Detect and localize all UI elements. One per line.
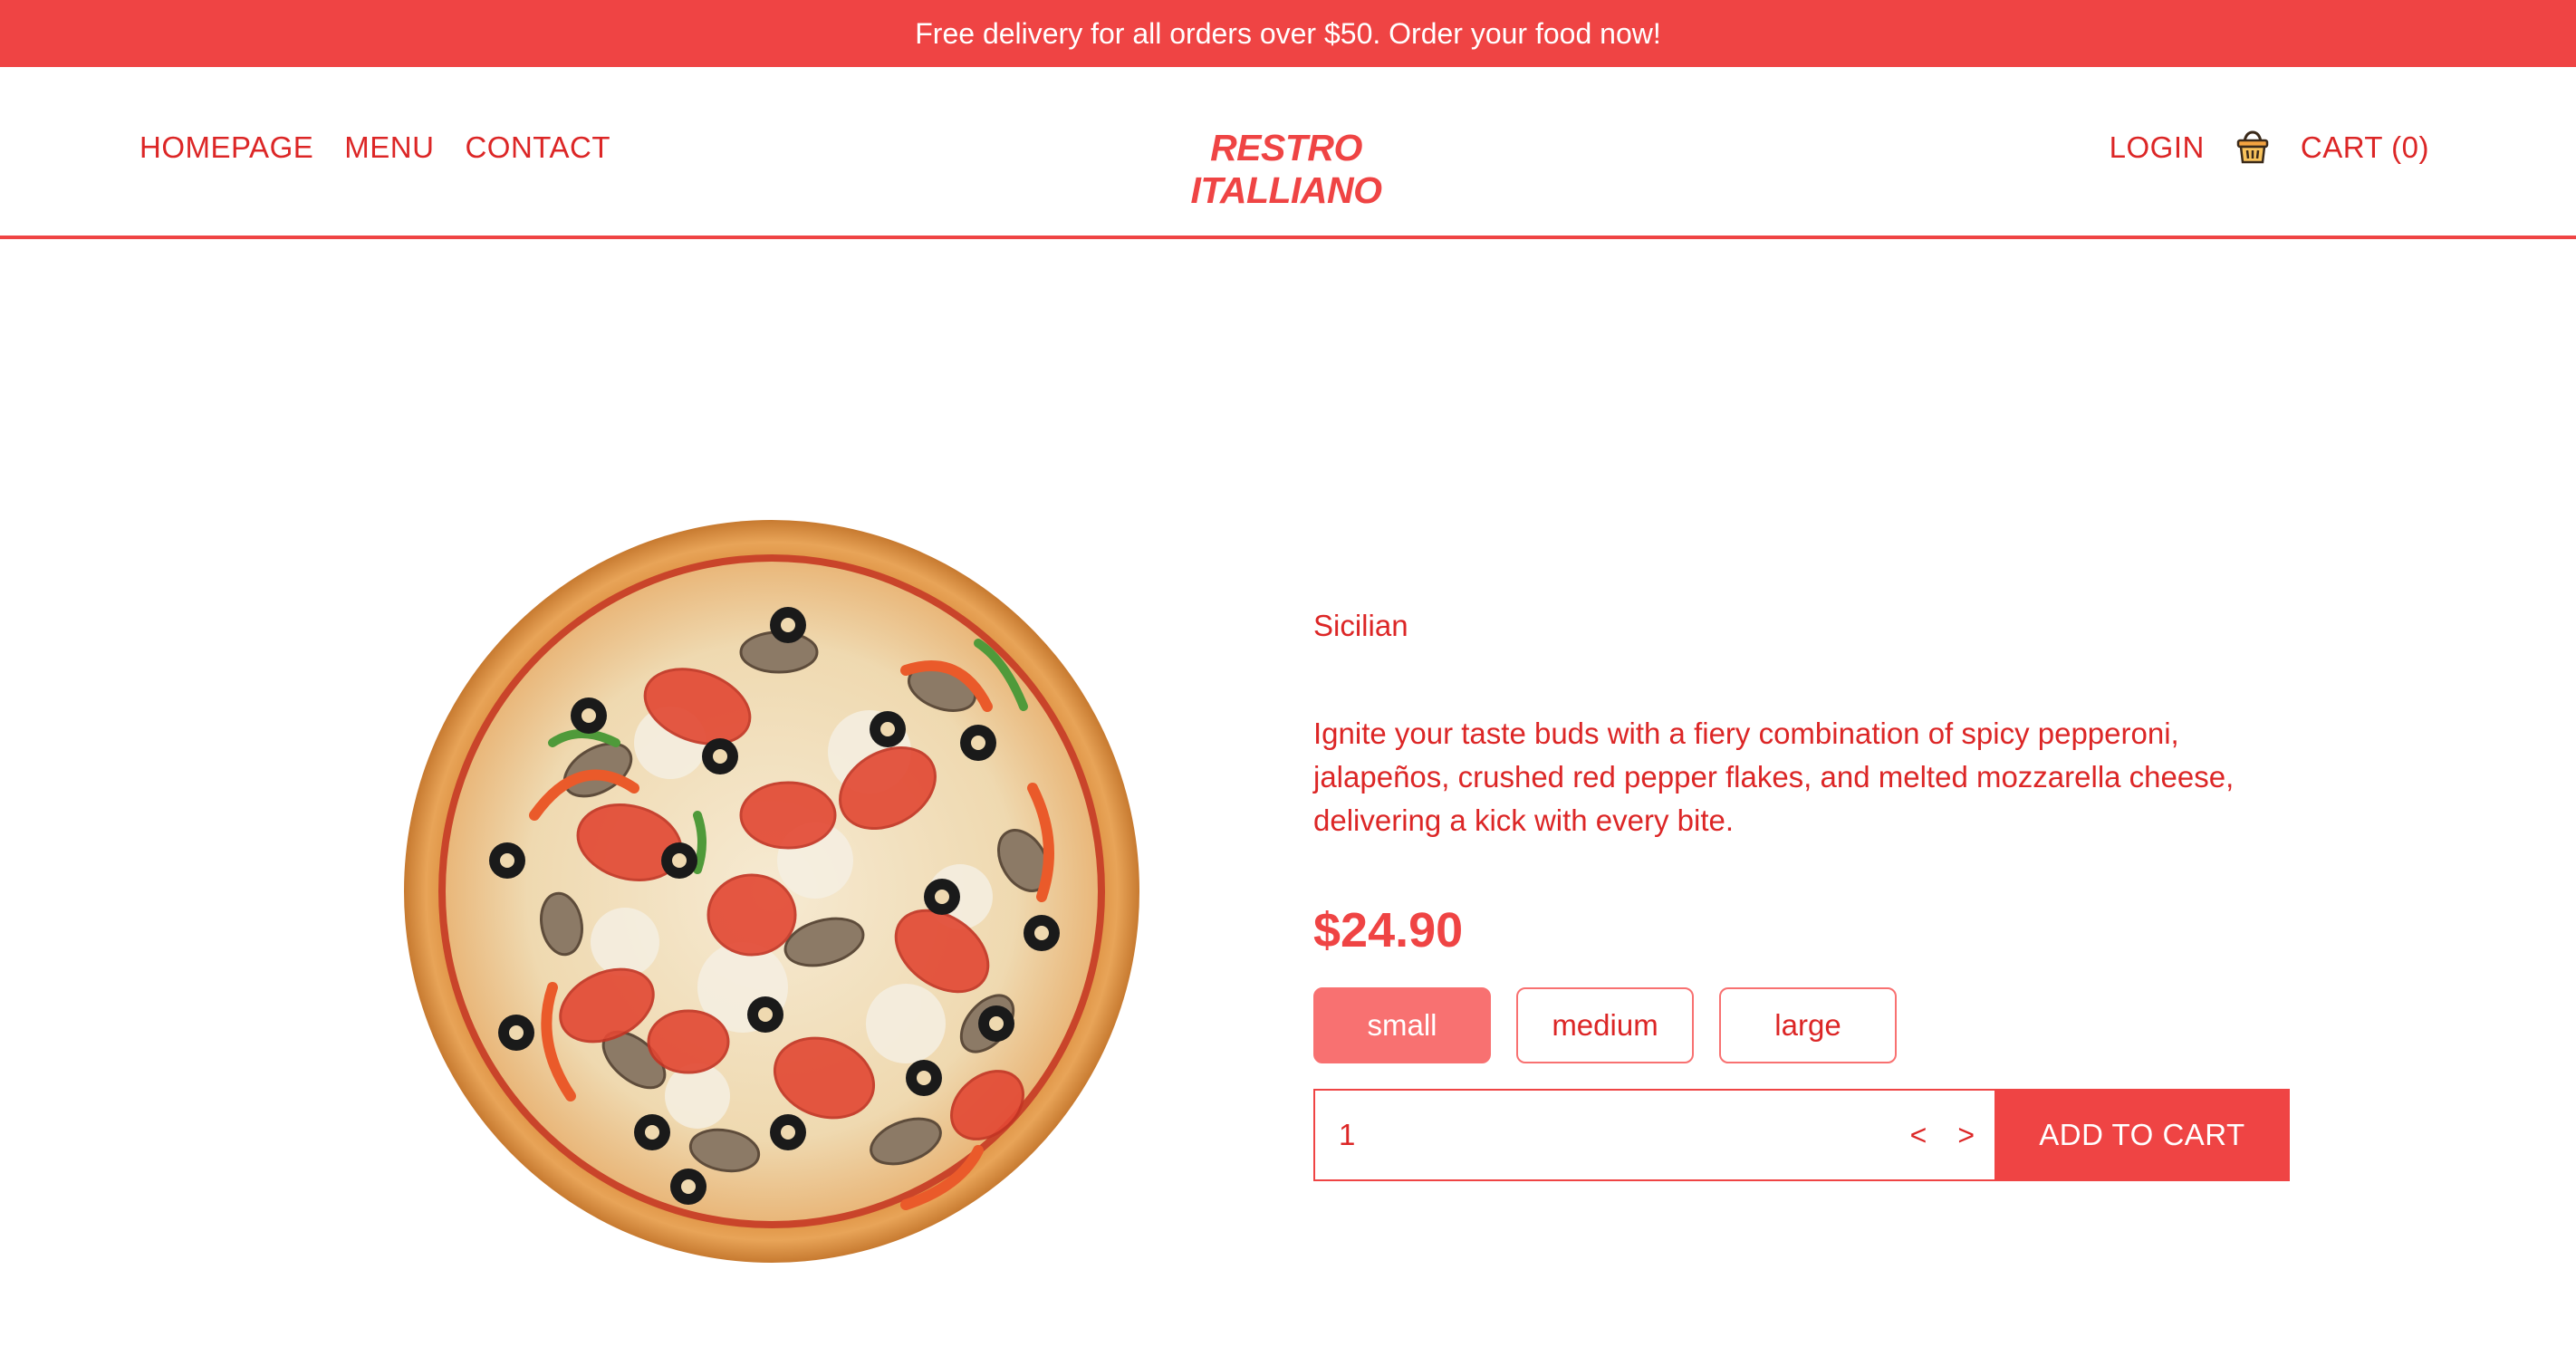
basket-icon[interactable]: [2234, 129, 2272, 167]
quantity-input[interactable]: [1339, 1118, 1792, 1152]
promo-banner: Free delivery for all orders over $50. O…: [0, 0, 2576, 67]
cart-link[interactable]: CART (0): [2301, 130, 2429, 165]
main-nav: HOMEPAGE MENU CONTACT: [139, 130, 610, 165]
add-to-cart-row: < > ADD TO CART: [1313, 1089, 2310, 1181]
size-medium-button[interactable]: medium: [1516, 987, 1694, 1063]
brand-logo[interactable]: RESTRO ITALLIANO: [1114, 127, 1458, 212]
size-large-button[interactable]: large: [1719, 987, 1897, 1063]
size-selector: small medium large: [1313, 987, 2310, 1063]
user-nav: LOGIN CART (0): [2110, 129, 2429, 167]
product-name: Sicilian: [1313, 609, 1408, 642]
pizza-image: [399, 516, 1141, 1265]
nav-contact[interactable]: CONTACT: [465, 130, 610, 165]
nav-menu[interactable]: MENU: [344, 130, 434, 165]
quantity-increment-button[interactable]: >: [1957, 1119, 1975, 1152]
site-header: HOMEPAGE MENU CONTACT RESTRO ITALLIANO L…: [0, 67, 2576, 239]
product-description: Ignite your taste buds with a fiery comb…: [1313, 717, 2235, 837]
product-details: Sicilian Ignite your taste buds with a f…: [1313, 609, 2310, 1181]
promo-text: Free delivery for all orders over $50. O…: [915, 16, 1661, 50]
login-link[interactable]: LOGIN: [2110, 130, 2205, 165]
quantity-stepper: < >: [1313, 1089, 1994, 1181]
quantity-arrows: < >: [1910, 1091, 1975, 1179]
size-small-button[interactable]: small: [1313, 987, 1491, 1063]
add-to-cart-button[interactable]: ADD TO CART: [1994, 1089, 2290, 1181]
nav-homepage[interactable]: HOMEPAGE: [139, 130, 313, 165]
quantity-decrement-button[interactable]: <: [1910, 1119, 1927, 1152]
product-price: $24.90: [1313, 903, 1464, 957]
